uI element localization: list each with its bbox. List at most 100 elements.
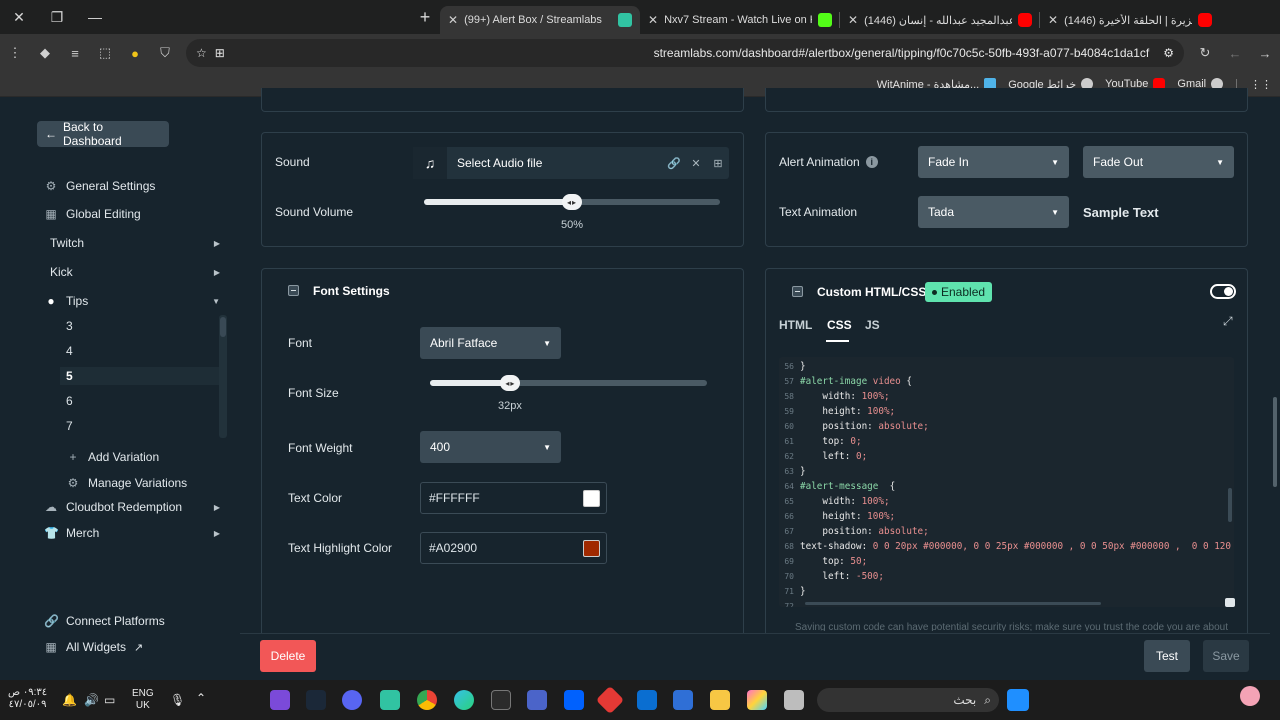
store-icon[interactable] xyxy=(673,690,693,710)
variation-item[interactable]: 4 xyxy=(66,342,73,360)
expand-icon[interactable]: ⤢ xyxy=(1223,314,1233,329)
new-tab-button[interactable]: + xyxy=(410,0,440,34)
variation-item[interactable]: 3 xyxy=(66,317,73,335)
sidebar-group-tips[interactable]: ● Tips ▼ xyxy=(44,291,220,311)
edge-icon[interactable] xyxy=(454,690,474,710)
browser-tab[interactable]: ✕ Nxv7 Stream - Watch Live on Kick xyxy=(640,6,840,34)
microphone-icon[interactable]: 🎙 xyxy=(170,694,185,706)
url-field[interactable]: ☆ ⊞ streamlabs.com/dashboard#/alertbox/g… xyxy=(186,39,1184,67)
reload-icon[interactable]: ↻ xyxy=(1190,34,1220,72)
epic-games-icon[interactable] xyxy=(491,690,511,710)
forward-icon[interactable]: ← xyxy=(1220,34,1250,72)
chrome-icon[interactable] xyxy=(417,690,437,710)
slider-handle[interactable]: ◂▸ xyxy=(562,194,582,210)
browser-tab[interactable]: ✕ (99+) Alert Box / Streamlabs xyxy=(440,6,640,34)
page-scrollbar[interactable] xyxy=(1270,97,1280,680)
save-button[interactable]: Save xyxy=(1203,640,1249,672)
steam-icon[interactable] xyxy=(306,690,326,710)
color-swatch[interactable] xyxy=(583,489,600,507)
app-icon[interactable] xyxy=(784,690,804,710)
browser-tab[interactable]: ✕ (1446) عبدالمجيد عبدالله - إنسان xyxy=(840,6,1040,34)
tab-html[interactable]: HTML xyxy=(779,318,812,332)
connect-platforms-link[interactable]: 🔗 Connect Platforms xyxy=(44,611,165,631)
code-scrollbar[interactable] xyxy=(1228,488,1232,522)
windows-start-icon[interactable] xyxy=(1007,689,1029,711)
text-animation-select[interactable]: Tada ▼ xyxy=(918,196,1069,228)
reading-list-icon[interactable]: ≡ xyxy=(60,34,90,72)
css-code-editor[interactable]: 56} 57 #alert-image video {58 width: 100%;… xyxy=(779,357,1234,607)
site-settings-icon[interactable]: ⚙ xyxy=(1163,46,1174,60)
code-horizontal-scrollbar[interactable] xyxy=(805,602,1101,605)
sidebar-group-kick[interactable]: Kick ▶ xyxy=(50,262,220,282)
more-bookmarks-icon[interactable]: ⋮⋮ xyxy=(1250,78,1272,91)
text-highlight-color-input[interactable]: #A02900 xyxy=(420,532,607,564)
close-tab-icon[interactable]: ✕ xyxy=(448,13,458,27)
font-weight-select[interactable]: 400 ▼ xyxy=(420,431,561,463)
extension-icon[interactable]: ◆ xyxy=(30,34,60,72)
notification-icon[interactable]: 🔔 xyxy=(62,694,77,706)
sidebar-group-merch[interactable]: 👕 Merch ▶ xyxy=(44,523,220,543)
info-icon[interactable]: i xyxy=(865,156,878,168)
sidebar-item-general-settings[interactable]: ⚙ General Settings xyxy=(44,176,156,196)
extension-badge-icon[interactable]: ● xyxy=(120,34,150,72)
file-explorer-icon[interactable] xyxy=(710,690,730,710)
show-hidden-icons[interactable]: ⌃ xyxy=(196,692,206,704)
volume-slider[interactable]: ◂▸ xyxy=(424,194,720,210)
manage-variations-button[interactable]: ⚙ Manage Variations xyxy=(66,473,188,493)
discord-icon[interactable] xyxy=(342,690,362,710)
back-to-dashboard-button[interactable]: ← Back to Dashboard xyxy=(37,120,169,148)
variations-scrollbar[interactable] xyxy=(219,315,227,438)
language-indicator[interactable]: ENG UK xyxy=(132,688,154,712)
sidebar-group-cloudbot[interactable]: ☁ Cloudbot Redemption ▶ xyxy=(44,497,220,517)
close-tab-icon[interactable]: ✕ xyxy=(648,13,658,27)
add-variation-button[interactable]: + Add Variation xyxy=(66,447,159,467)
text-color-input[interactable]: #FFFFFF xyxy=(420,482,607,514)
close-tab-icon[interactable]: ✕ xyxy=(1048,13,1058,27)
close-tab-icon[interactable]: ✕ xyxy=(848,13,858,27)
copilot-icon[interactable] xyxy=(747,690,767,710)
dropbox-icon[interactable] xyxy=(564,690,584,710)
color-swatch[interactable] xyxy=(583,539,600,557)
browser-tab[interactable]: ✕ (1446) نهاية الجزيرة | الحلقة الأخيرة xyxy=(1040,6,1220,34)
collapse-icon[interactable] xyxy=(288,285,299,296)
sidebar-group-twitch[interactable]: Twitch ▶ xyxy=(50,233,220,253)
font-size-slider[interactable]: ◂▸ xyxy=(430,375,707,391)
alert-in-animation-select[interactable]: Fade In ▼ xyxy=(918,146,1069,178)
slider-handle[interactable]: ◂▸ xyxy=(500,375,521,391)
user-avatar-icon[interactable] xyxy=(1240,686,1260,706)
custom-code-toggle[interactable] xyxy=(1210,284,1236,299)
close-icon[interactable]: ✕ xyxy=(685,157,707,170)
minimize-window-icon[interactable]: — xyxy=(76,0,114,34)
close-window-icon[interactable]: ✕ xyxy=(0,0,38,34)
restore-window-icon[interactable]: ❐ xyxy=(38,0,76,34)
link-icon[interactable]: 🔗 xyxy=(663,157,685,170)
variation-item-selected[interactable]: 5 xyxy=(60,367,220,385)
clock[interactable]: ٠٩:٣٤ ص ٤٧/٠٥/٠٩ xyxy=(8,687,47,711)
sidebar-item-global-editing[interactable]: ▦ Global Editing xyxy=(44,204,140,224)
menu-icon[interactable]: ⋮ xyxy=(0,34,30,72)
all-widgets-link[interactable]: ▦ All Widgets ↗ xyxy=(44,637,143,657)
alert-out-animation-select[interactable]: Fade Out ▼ xyxy=(1083,146,1234,178)
grid-icon[interactable]: ⊞ xyxy=(707,157,729,170)
app-icon[interactable] xyxy=(527,690,547,710)
outlook-icon[interactable] xyxy=(637,690,657,710)
resize-handle[interactable] xyxy=(1225,598,1235,607)
delete-button[interactable]: Delete xyxy=(260,640,316,672)
select-audio-field[interactable]: ♫ Select Audio file 🔗 ✕ ⊞ xyxy=(413,147,729,179)
variation-item[interactable]: 7 xyxy=(66,417,73,435)
shield-icon[interactable]: ⛉ xyxy=(150,34,180,72)
app-icon[interactable] xyxy=(270,690,290,710)
tab-js[interactable]: JS xyxy=(865,318,880,332)
collapse-icon[interactable] xyxy=(792,286,803,297)
font-select[interactable]: Abril Fatface ▼ xyxy=(420,327,561,359)
translate-icon[interactable]: ⊞ xyxy=(215,46,225,60)
streamlabs-icon[interactable] xyxy=(380,690,400,710)
network-icon[interactable]: ▭ xyxy=(104,694,115,706)
variation-item[interactable]: 6 xyxy=(66,392,73,410)
extensions-icon[interactable]: ⬚ xyxy=(90,34,120,72)
bookmark-star-icon[interactable]: ☆ xyxy=(196,46,207,60)
test-button[interactable]: Test xyxy=(1144,640,1190,672)
back-icon[interactable]: → xyxy=(1250,34,1280,72)
search-box[interactable]: بحث ⌕ xyxy=(817,688,999,712)
tab-css[interactable]: CSS xyxy=(827,318,852,332)
